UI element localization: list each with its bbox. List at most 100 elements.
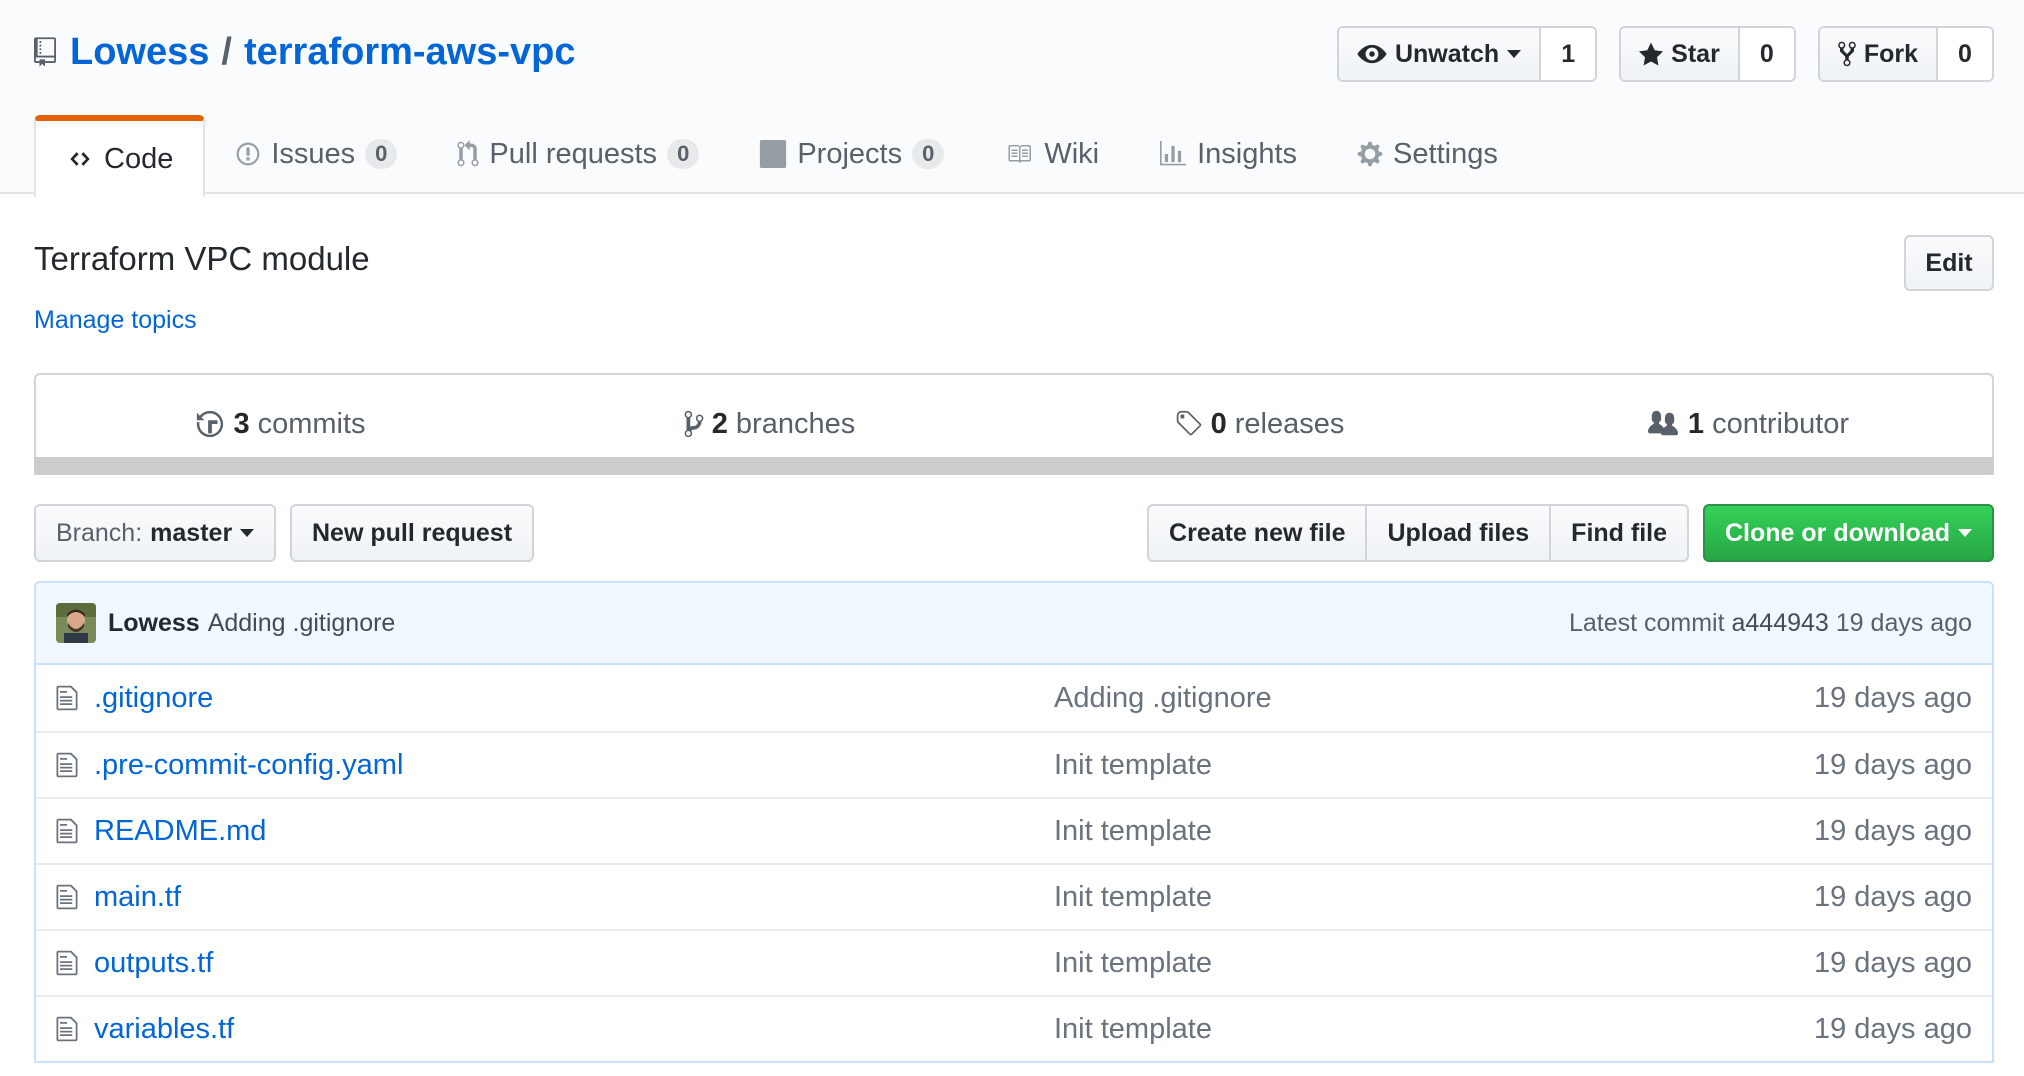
file-icon xyxy=(56,684,82,712)
avatar-image xyxy=(56,603,96,643)
star-group: Star 0 xyxy=(1619,26,1796,82)
branches-count: 2 xyxy=(711,407,728,440)
file-name-link[interactable]: .pre-commit-config.yaml xyxy=(94,749,1054,782)
avatar[interactable] xyxy=(56,603,96,643)
file-commit-message-link[interactable]: Init template xyxy=(1054,1013,1814,1046)
tab-code-label: Code xyxy=(104,142,174,175)
file-commit-message-link[interactable]: Adding .gitignore xyxy=(1054,682,1814,715)
file-name-link[interactable]: .gitignore xyxy=(94,682,1054,715)
file-age: 19 days ago xyxy=(1813,748,1972,781)
branch-name: master xyxy=(150,518,233,547)
file-icon xyxy=(56,751,82,779)
file-icon xyxy=(56,883,82,911)
chevron-down-icon xyxy=(1507,50,1522,58)
fork-icon xyxy=(1838,41,1856,67)
file-commit-message-link[interactable]: Init template xyxy=(1054,881,1814,914)
file-age: 19 days ago xyxy=(1813,681,1972,714)
forks-count[interactable]: 0 xyxy=(1938,28,1992,80)
language-bar[interactable] xyxy=(34,457,1994,475)
tab-wiki[interactable]: Wiki xyxy=(974,113,1129,195)
file-commit-message-link[interactable]: Init template xyxy=(1054,947,1814,980)
file-commit-message-link[interactable]: Init template xyxy=(1054,815,1814,848)
issue-icon xyxy=(236,142,260,166)
commits-label: commits xyxy=(257,407,366,440)
file-name-link[interactable]: variables.tf xyxy=(94,1013,1054,1046)
repo-header: Lowess / terraform-aws-vpc Unwatch 1 Sta… xyxy=(0,0,2024,197)
repo-icon xyxy=(34,37,56,67)
watchers-count[interactable]: 1 xyxy=(1541,28,1596,80)
contributors-count: 1 xyxy=(1687,407,1705,440)
edit-description-button[interactable]: Edit xyxy=(1904,235,1994,291)
people-icon xyxy=(1647,410,1678,436)
file-row: .pre-commit-config.yaml Init template 19 d… xyxy=(36,731,1992,797)
tab-insights[interactable]: Insights xyxy=(1129,113,1327,195)
branch-select-button[interactable]: Branch: master xyxy=(34,504,277,562)
history-icon xyxy=(197,410,224,438)
tab-pull-requests[interactable]: Pull requests 0 xyxy=(427,113,729,195)
chevron-down-icon xyxy=(240,529,255,537)
commit-meta: Latest commit a444943 19 days ago xyxy=(1569,609,1972,638)
clone-label: Clone or download xyxy=(1725,518,1950,547)
pull-requests-counter: 0 xyxy=(667,139,700,169)
file-row: README.md Init template 19 days ago xyxy=(36,797,1992,863)
star-button[interactable]: Star xyxy=(1621,28,1740,80)
file-name-link[interactable]: README.md xyxy=(94,815,1054,848)
tab-code[interactable]: Code xyxy=(34,115,206,197)
repo-actions: Unwatch 1 Star 0 Fork 0 xyxy=(1336,26,1994,82)
star-icon xyxy=(1639,42,1664,66)
clone-or-download-button[interactable]: Clone or download xyxy=(1703,504,1994,562)
latest-commit: Lowess Adding .gitignore Latest commit a… xyxy=(34,581,1994,665)
pull-request-icon xyxy=(457,140,479,167)
commit-author-link[interactable]: Lowess xyxy=(108,609,200,638)
unwatch-button[interactable]: Unwatch xyxy=(1338,28,1542,80)
project-icon xyxy=(760,140,787,168)
tab-projects-label: Projects xyxy=(797,137,903,170)
projects-counter: 0 xyxy=(912,139,945,169)
repo-nav: Code Issues 0 Pull requests 0 Projects 0… xyxy=(34,113,1528,197)
fork-button[interactable]: Fork xyxy=(1819,28,1938,80)
commit-sha-link[interactable]: a444943 xyxy=(1732,609,1829,637)
issues-counter: 0 xyxy=(365,139,398,169)
file-name-link[interactable]: outputs.tf xyxy=(94,947,1054,980)
tab-issues[interactable]: Issues 0 xyxy=(205,113,427,195)
repo-description: Terraform VPC module xyxy=(34,240,370,277)
path-separator: / xyxy=(221,30,232,73)
eye-icon xyxy=(1357,44,1387,64)
commit-age: 19 days ago xyxy=(1835,608,1972,637)
file-name-link[interactable]: main.tf xyxy=(94,881,1054,914)
repo-name-link[interactable]: terraform-aws-vpc xyxy=(244,31,576,74)
file-age: 19 days ago xyxy=(1813,814,1972,847)
repo-title: Lowess / terraform-aws-vpc xyxy=(34,28,576,76)
find-file-button[interactable]: Find file xyxy=(1549,504,1689,562)
branch-icon xyxy=(684,410,704,438)
tab-wiki-label: Wiki xyxy=(1044,137,1100,170)
commit-message-link[interactable]: Adding .gitignore xyxy=(208,609,396,638)
chevron-down-icon xyxy=(1958,529,1972,537)
manage-topics-link[interactable]: Manage topics xyxy=(34,306,197,335)
gear-icon xyxy=(1357,141,1383,167)
releases-count: 0 xyxy=(1210,407,1227,440)
create-new-file-button[interactable]: Create new file xyxy=(1147,504,1368,562)
unwatch-label: Unwatch xyxy=(1394,39,1500,68)
graph-icon xyxy=(1160,141,1187,166)
stargazers-count[interactable]: 0 xyxy=(1739,28,1794,80)
tag-icon xyxy=(1176,410,1201,436)
file-list: .gitignore Adding .gitignore 19 days ago .p… xyxy=(34,665,1994,1063)
file-icon xyxy=(56,817,82,845)
repo-owner-link[interactable]: Lowess xyxy=(70,31,209,74)
contributors-label: contributor xyxy=(1712,407,1850,440)
branches-label: branches xyxy=(735,407,856,440)
fork-group: Fork 0 xyxy=(1817,26,1994,82)
file-icon xyxy=(56,1015,82,1043)
new-pull-request-button[interactable]: New pull request xyxy=(290,504,535,562)
upload-files-button[interactable]: Upload files xyxy=(1365,504,1552,562)
code-icon xyxy=(70,152,90,166)
latest-commit-label: Latest commit xyxy=(1568,608,1725,637)
watch-group: Unwatch 1 xyxy=(1336,26,1598,82)
file-row: variables.tf Init template 19 days ago xyxy=(36,995,1992,1061)
tab-projects[interactable]: Projects 0 xyxy=(729,113,974,195)
commits-count: 3 xyxy=(233,407,250,440)
tab-settings[interactable]: Settings xyxy=(1327,113,1528,195)
file-commit-message-link[interactable]: Init template xyxy=(1054,749,1814,782)
tab-insights-label: Insights xyxy=(1197,137,1298,170)
